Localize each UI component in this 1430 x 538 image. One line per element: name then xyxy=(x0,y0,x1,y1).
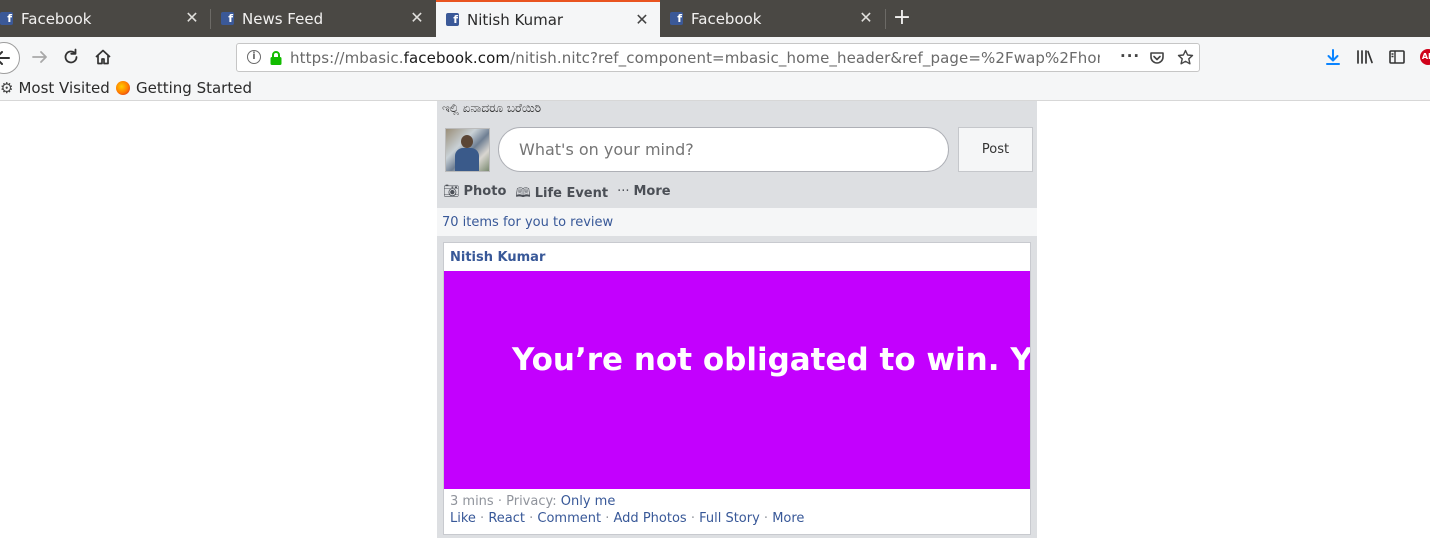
review-items-link[interactable]: 70 items for you to review xyxy=(437,208,1037,236)
forward-arrow-icon xyxy=(32,51,47,63)
reload-icon xyxy=(64,48,78,64)
story-text-background[interactable]: You’re not obligated to win. You’re obli… xyxy=(444,271,1030,489)
tab-divider xyxy=(885,9,886,29)
meta-separator: · xyxy=(497,494,507,509)
tab-label: Nitish Kumar xyxy=(467,10,564,29)
home-icon xyxy=(95,49,111,65)
back-arrow-icon xyxy=(0,51,10,65)
composer-actions: 📷︎ Photo 🕮︎ Life Event ··· More xyxy=(443,184,671,206)
photo-action[interactable]: 📷︎ Photo xyxy=(443,184,506,206)
bookmark-label: Getting Started xyxy=(136,79,252,97)
close-tab-icon[interactable]: ✕ xyxy=(409,10,425,26)
post-button[interactable]: Post xyxy=(958,127,1033,172)
bookmarks-toolbar: ⚙ Most Visited Getting Started xyxy=(0,77,1430,101)
avatar-head xyxy=(461,135,473,148)
tab-label: Facebook xyxy=(691,9,762,28)
story-actions: Like · React · Comment · Add Photos · Fu… xyxy=(450,511,805,526)
react-link[interactable]: React xyxy=(488,511,525,526)
status-composer: ಇಲ್ಲಿ ಏನಾದರೂ ಬರೆಯಿರಿ Post 📷︎Photo 🕮︎Life… xyxy=(437,101,1037,208)
forward-button[interactable] xyxy=(28,45,52,69)
url-path: /nitish.nitc?ref_component=mbasic_home_h… xyxy=(510,49,1100,67)
tab-strip: f Facebook ✕ f News Feed ✕ f Nitish Kuma… xyxy=(0,0,1430,37)
more-action[interactable]: ··· More xyxy=(617,184,671,206)
firefox-icon xyxy=(116,81,130,95)
home-button[interactable] xyxy=(91,45,115,69)
avatar-body xyxy=(455,148,479,171)
like-link[interactable]: Like xyxy=(450,511,476,526)
story-meta: 3 mins · Privacy: Only me xyxy=(450,494,615,509)
page-actions-ellipsis-icon[interactable]: ··· xyxy=(1120,47,1140,65)
reload-button[interactable] xyxy=(59,45,83,69)
action-label: More xyxy=(633,184,671,199)
back-button[interactable] xyxy=(0,42,20,74)
close-tab-icon[interactable]: ✕ xyxy=(184,10,200,26)
adblock-extension-icon[interactable]: AB xyxy=(1420,49,1430,65)
action-label: Photo xyxy=(463,184,507,199)
tab-label: Facebook xyxy=(21,9,92,28)
facebook-favicon-icon: f xyxy=(446,13,459,26)
tab-news-feed[interactable]: f News Feed ✕ xyxy=(211,0,435,37)
pocket-icon[interactable] xyxy=(1149,50,1165,66)
composer-heading: ಇಲ್ಲಿ ಏನಾದರೂ ಬರೆಯಿರಿ xyxy=(442,101,542,115)
download-arrow-icon xyxy=(1326,49,1340,65)
close-tab-icon[interactable]: ✕ xyxy=(858,10,874,26)
bookmark-getting-started[interactable]: Getting Started xyxy=(116,79,252,97)
camera-icon: 📷︎ xyxy=(443,184,460,199)
url-bar[interactable]: i https://mbasic.facebook.com/nitish.nit… xyxy=(236,43,1200,72)
lock-icon[interactable] xyxy=(269,50,283,66)
tab-facebook-2[interactable]: f Facebook ✕ xyxy=(660,0,884,37)
profile-page: ಇಲ್ಲಿ ಏನಾದರೂ ಬರೆಯಿರಿ Post 📷︎Photo 🕮︎Life… xyxy=(437,101,1037,538)
gear-icon: ⚙ xyxy=(0,79,14,97)
downloads-button[interactable] xyxy=(1321,45,1345,69)
story-author-link[interactable]: Nitish Kumar xyxy=(450,250,545,265)
comment-link[interactable]: Comment xyxy=(537,511,601,526)
story-banner-text: You’re not obligated to win. You’re obli… xyxy=(512,342,1030,378)
full-story-link[interactable]: Full Story xyxy=(699,511,760,526)
bookmark-label: Most Visited xyxy=(18,79,110,97)
privacy-link[interactable]: Only me xyxy=(561,494,616,509)
facebook-favicon-icon: f xyxy=(221,12,234,25)
ellipsis-icon: ··· xyxy=(617,184,630,199)
url-host: facebook.com xyxy=(403,49,511,67)
story-card: Nitish Kumar You’re not obligated to win… xyxy=(443,242,1031,535)
facebook-favicon-icon: f xyxy=(0,12,13,25)
bookmark-star-icon[interactable] xyxy=(1177,49,1194,66)
tab-nitish-kumar[interactable]: f Nitish Kumar ✕ xyxy=(436,0,660,37)
book-icon: 🕮︎ xyxy=(515,186,531,201)
new-tab-plus-icon[interactable]: + xyxy=(891,6,913,30)
url-text[interactable]: https://mbasic.facebook.com/nitish.nitc?… xyxy=(290,49,1100,67)
url-prefix: https://mbasic. xyxy=(290,49,404,67)
more-link[interactable]: More xyxy=(772,511,804,526)
life-event-action[interactable]: 🕮︎ Life Event xyxy=(515,184,608,206)
site-info-icon[interactable]: i xyxy=(247,50,261,64)
privacy-label: Privacy: xyxy=(506,494,557,509)
library-button[interactable] xyxy=(1353,45,1377,69)
status-input[interactable] xyxy=(498,127,949,172)
avatar[interactable] xyxy=(445,128,490,172)
bookmark-most-visited[interactable]: ⚙ Most Visited xyxy=(0,79,110,97)
facebook-favicon-icon: f xyxy=(670,12,683,25)
action-label: Life Event xyxy=(534,186,609,201)
library-icon xyxy=(1357,50,1373,64)
tab-facebook-1[interactable]: f Facebook ✕ xyxy=(0,0,210,37)
tab-label: News Feed xyxy=(242,9,324,28)
add-photos-link[interactable]: Add Photos xyxy=(614,511,687,526)
story-time: 3 mins xyxy=(450,494,494,509)
sidebar-icon xyxy=(1389,50,1405,64)
sidebar-button[interactable] xyxy=(1385,45,1409,69)
close-tab-icon[interactable]: ✕ xyxy=(634,12,650,28)
